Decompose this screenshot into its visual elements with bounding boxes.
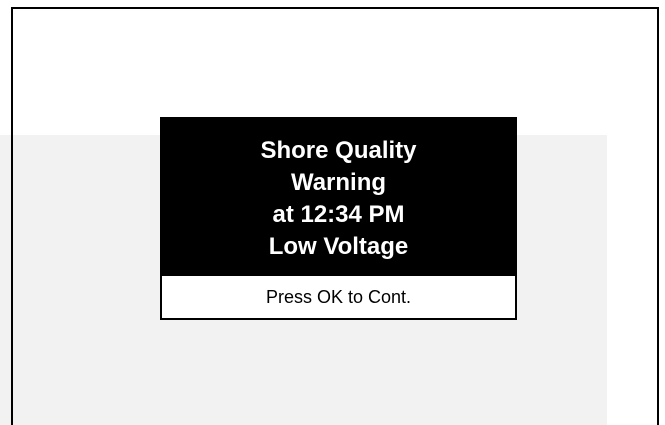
alert-title-line-1: Shore Quality (260, 136, 417, 164)
continue-prompt-text: Press OK to Cont. (265, 287, 412, 307)
alert-time-line: at 12:34 PM (272, 200, 405, 228)
continue-prompt-bar[interactable]: Press OK to Cont. (162, 276, 515, 318)
alert-message-panel: Shore Quality Warning at 12:34 PM Low Vo… (162, 119, 515, 276)
shore-quality-alert-dialog: Shore Quality Warning at 12:34 PM Low Vo… (160, 117, 517, 320)
alert-title-line-2: Warning (290, 168, 387, 196)
alert-condition-line: Low Voltage (268, 232, 409, 260)
